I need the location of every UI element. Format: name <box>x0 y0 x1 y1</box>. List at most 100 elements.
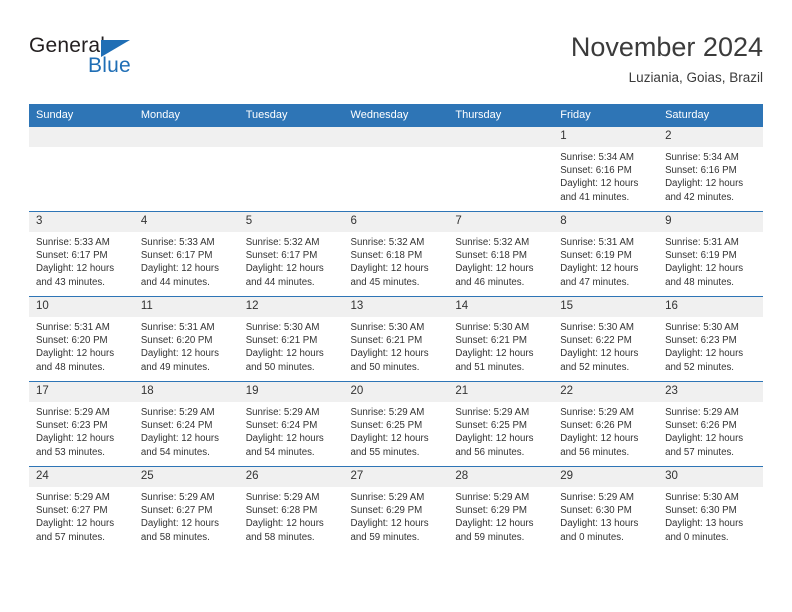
calendar-day-cell[interactable]: 13 Sunrise: 5:30 AM Sunset: 6:21 PM Dayligh… <box>343 296 449 382</box>
calendar-day-cell[interactable]: 29 Sunrise: 5:29 AM Sunset: 6:30 PM Dayligh… <box>553 466 659 551</box>
day-details: Sunrise: 5:31 AM Sunset: 6:19 PM Daylight:… <box>658 232 763 289</box>
calendar-day-cell[interactable]: 10 Sunrise: 5:31 AM Sunset: 6:20 PM Dayligh… <box>29 296 134 382</box>
daylight-text-line1: Daylight: 12 hours <box>36 518 115 530</box>
sunset-text: Sunset: 6:19 PM <box>665 250 737 262</box>
sunset-text: Sunset: 6:21 PM <box>245 335 318 347</box>
sunset-text: Sunset: 6:16 PM <box>560 165 632 177</box>
calendar-day-cell[interactable]: 26 Sunrise: 5:29 AM Sunset: 6:28 PM Dayligh… <box>238 466 344 551</box>
sunrise-text: Sunrise: 5:31 AM <box>560 237 634 248</box>
calendar-day-cell[interactable]: 11 Sunrise: 5:31 AM Sunset: 6:20 PM Dayligh… <box>133 296 239 382</box>
calendar-week-row: 10 Sunrise: 5:31 AM Sunset: 6:20 PM Dayligh… <box>29 296 763 382</box>
calendar-day-cell[interactable]: 16 Sunrise: 5:30 AM Sunset: 6:23 PM Dayligh… <box>658 296 763 382</box>
sunrise-text: Sunrise: 5:32 AM <box>350 237 425 248</box>
calendar-day-cell[interactable]: 2 Sunrise: 5:34 AM Sunset: 6:16 PM Daylight… <box>658 126 763 212</box>
calendar-day-cell[interactable]: 22 Sunrise: 5:29 AM Sunset: 6:26 PM Dayligh… <box>553 381 659 467</box>
calendar-day-cell[interactable]: 15 Sunrise: 5:30 AM Sunset: 6:22 PM Dayligh… <box>553 296 659 382</box>
daylight-text-line1: Daylight: 12 hours <box>350 348 429 360</box>
day-number: 5 <box>238 212 344 232</box>
day-number: 24 <box>29 467 134 487</box>
day-number: 17 <box>29 382 134 402</box>
day-number <box>29 127 134 147</box>
daylight-text-line1: Daylight: 12 hours <box>665 263 744 275</box>
daylight-text-line1: Daylight: 12 hours <box>560 178 639 190</box>
sunrise-text: Sunrise: 5:29 AM <box>36 492 110 503</box>
day-number: 14 <box>448 297 554 317</box>
daylight-text-line1: Daylight: 12 hours <box>140 348 219 360</box>
calendar-day-cell[interactable]: 5 Sunrise: 5:32 AM Sunset: 6:17 PM Daylight… <box>238 211 344 297</box>
daylight-text-line1: Daylight: 12 hours <box>36 433 115 445</box>
daylight-text-line2: and 44 minutes. <box>140 276 210 288</box>
day-number: 22 <box>553 382 659 402</box>
sunset-text: Sunset: 6:30 PM <box>560 505 632 517</box>
calendar-day-cell[interactable]: 24 Sunrise: 5:29 AM Sunset: 6:27 PM Dayligh… <box>29 466 134 551</box>
day-details: Sunrise: 5:29 AM Sunset: 6:27 PM Daylight:… <box>134 487 239 544</box>
daylight-text-line1: Daylight: 12 hours <box>665 348 744 360</box>
daylight-text-line2: and 59 minutes. <box>350 531 420 543</box>
calendar-week-row: 24 Sunrise: 5:29 AM Sunset: 6:27 PM Dayligh… <box>29 466 763 551</box>
day-number: 2 <box>658 127 763 147</box>
calendar-empty-cell <box>448 126 554 212</box>
daylight-text-line2: and 54 minutes. <box>245 446 315 458</box>
calendar-day-cell[interactable]: 28 Sunrise: 5:29 AM Sunset: 6:29 PM Dayligh… <box>448 466 554 551</box>
daylight-text-line2: and 53 minutes. <box>36 446 105 458</box>
sunset-text: Sunset: 6:27 PM <box>36 505 108 517</box>
general-blue-logo[interactable]: General Blue <box>29 34 179 90</box>
sunset-text: Sunset: 6:23 PM <box>36 420 108 432</box>
day-details: Sunrise: 5:29 AM Sunset: 6:28 PM Daylight:… <box>239 487 344 544</box>
calendar-day-cell[interactable]: 6 Sunrise: 5:32 AM Sunset: 6:18 PM Daylight… <box>343 211 449 297</box>
calendar-day-cell[interactable]: 20 Sunrise: 5:29 AM Sunset: 6:25 PM Dayligh… <box>343 381 449 467</box>
sunrise-text: Sunrise: 5:31 AM <box>36 322 110 333</box>
daylight-text-line1: Daylight: 12 hours <box>140 433 219 445</box>
weekday-header-wednesday: Wednesday <box>343 104 449 127</box>
day-number: 15 <box>553 297 659 317</box>
calendar-page: General Blue November 2024 Luziania, Goi… <box>0 0 792 612</box>
calendar-day-cell[interactable]: 12 Sunrise: 5:30 AM Sunset: 6:21 PM Dayligh… <box>238 296 344 382</box>
calendar-day-cell[interactable]: 9 Sunrise: 5:31 AM Sunset: 6:19 PM Daylight… <box>658 211 763 297</box>
calendar-day-cell[interactable]: 3 Sunrise: 5:33 AM Sunset: 6:17 PM Daylight… <box>29 211 134 297</box>
calendar-day-cell[interactable]: 21 Sunrise: 5:29 AM Sunset: 6:25 PM Dayligh… <box>448 381 554 467</box>
day-number: 8 <box>553 212 659 232</box>
calendar-day-cell[interactable]: 1 Sunrise: 5:34 AM Sunset: 6:16 PM Daylight… <box>553 126 659 212</box>
sunset-text: Sunset: 6:29 PM <box>350 505 423 517</box>
calendar-day-cell[interactable]: 25 Sunrise: 5:29 AM Sunset: 6:27 PM Dayligh… <box>133 466 239 551</box>
calendar-day-cell[interactable]: 19 Sunrise: 5:29 AM Sunset: 6:24 PM Dayligh… <box>238 381 344 467</box>
weekday-header-row: Sunday Monday Tuesday Wednesday Thursday… <box>29 104 763 127</box>
calendar-day-cell[interactable]: 8 Sunrise: 5:31 AM Sunset: 6:19 PM Daylight… <box>553 211 659 297</box>
daylight-text-line2: and 52 minutes. <box>560 361 630 373</box>
calendar-day-cell[interactable]: 27 Sunrise: 5:29 AM Sunset: 6:29 PM Dayligh… <box>343 466 449 551</box>
sunrise-text: Sunrise: 5:30 AM <box>665 492 739 503</box>
daylight-text-line2: and 54 minutes. <box>140 446 210 458</box>
daylight-text-line2: and 49 minutes. <box>140 361 210 373</box>
daylight-text-line1: Daylight: 12 hours <box>245 433 324 445</box>
daylight-text-line1: Daylight: 12 hours <box>245 263 324 275</box>
calendar-day-cell[interactable]: 4 Sunrise: 5:33 AM Sunset: 6:17 PM Daylight… <box>133 211 239 297</box>
day-number: 10 <box>29 297 134 317</box>
sunrise-text: Sunrise: 5:31 AM <box>665 237 739 248</box>
day-details: Sunrise: 5:30 AM Sunset: 6:21 PM Daylight:… <box>239 317 344 374</box>
sunset-text: Sunset: 6:25 PM <box>350 420 423 432</box>
calendar-day-cell[interactable]: 30 Sunrise: 5:30 AM Sunset: 6:30 PM Dayligh… <box>658 466 763 551</box>
calendar-day-cell[interactable]: 17 Sunrise: 5:29 AM Sunset: 6:23 PM Dayligh… <box>29 381 134 467</box>
day-details: Sunrise: 5:30 AM Sunset: 6:30 PM Daylight:… <box>658 487 763 544</box>
day-number: 25 <box>133 467 239 487</box>
day-details: Sunrise: 5:32 AM Sunset: 6:17 PM Daylight:… <box>239 232 344 289</box>
sunrise-text: Sunrise: 5:29 AM <box>560 407 634 418</box>
day-details: Sunrise: 5:29 AM Sunset: 6:26 PM Daylight:… <box>553 402 658 459</box>
day-number: 29 <box>553 467 659 487</box>
calendar-day-cell[interactable]: 7 Sunrise: 5:32 AM Sunset: 6:18 PM Daylight… <box>448 211 554 297</box>
daylight-text-line1: Daylight: 12 hours <box>245 518 324 530</box>
day-details: Sunrise: 5:32 AM Sunset: 6:18 PM Daylight:… <box>448 232 553 289</box>
calendar-day-cell[interactable]: 23 Sunrise: 5:29 AM Sunset: 6:26 PM Dayligh… <box>658 381 763 467</box>
daylight-text-line2: and 58 minutes. <box>245 531 315 543</box>
sunset-text: Sunset: 6:27 PM <box>140 505 213 517</box>
sunrise-text: Sunrise: 5:29 AM <box>36 407 110 418</box>
sunrise-text: Sunrise: 5:33 AM <box>140 237 215 248</box>
day-details: Sunrise: 5:34 AM Sunset: 6:16 PM Daylight:… <box>658 147 763 204</box>
day-number: 27 <box>343 467 449 487</box>
calendar-day-cell[interactable]: 14 Sunrise: 5:30 AM Sunset: 6:21 PM Dayligh… <box>448 296 554 382</box>
daylight-text-line2: and 56 minutes. <box>455 446 525 458</box>
calendar-empty-cell <box>238 126 344 212</box>
calendar-empty-cell <box>133 126 239 212</box>
calendar-day-cell[interactable]: 18 Sunrise: 5:29 AM Sunset: 6:24 PM Dayligh… <box>133 381 239 467</box>
daylight-text-line2: and 44 minutes. <box>245 276 315 288</box>
